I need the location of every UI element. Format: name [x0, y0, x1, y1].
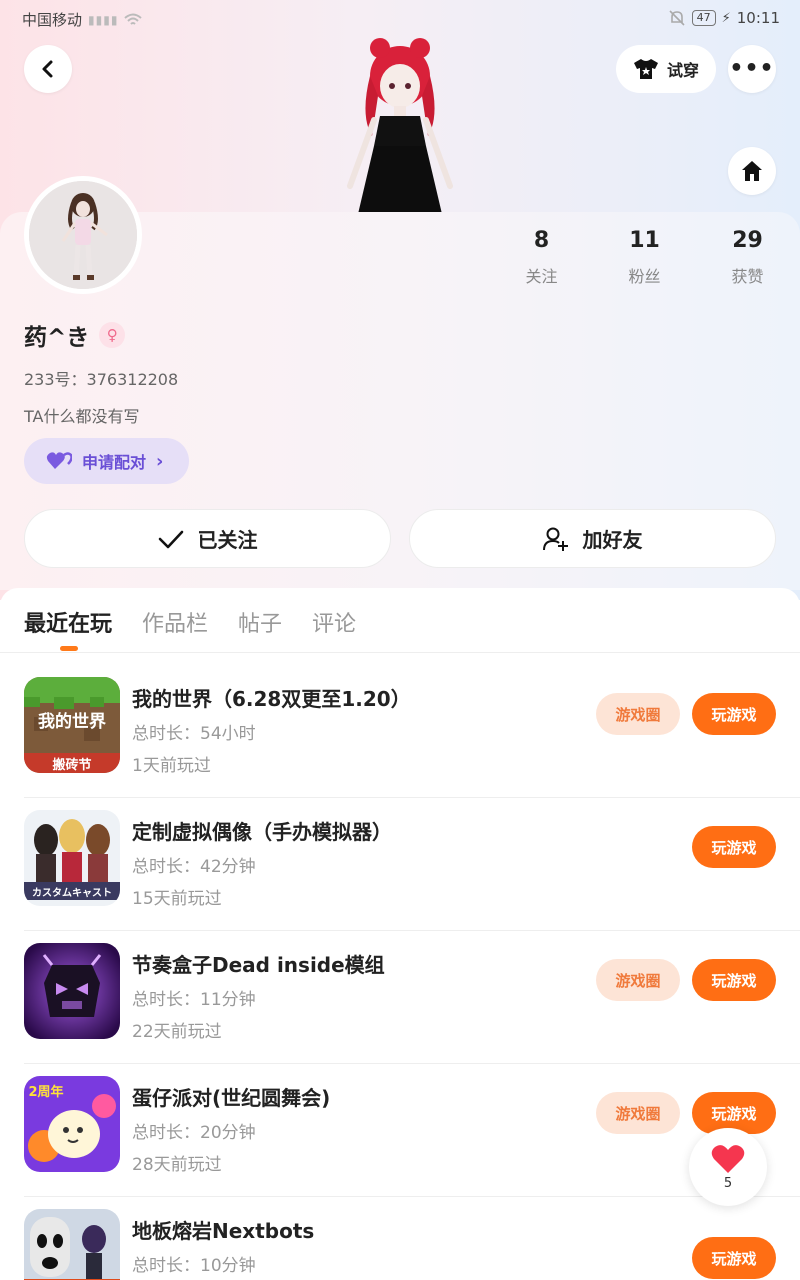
game-duration: 总时长：42分钟 [132, 857, 256, 877]
username-row: 药^き ♀ [24, 318, 126, 352]
game-icon-eggy-party[interactable]: 2周年 [24, 1076, 120, 1172]
game-title: 我的世界（6.28双更至1.20） [132, 687, 411, 711]
like-count: 5 [723, 1175, 733, 1191]
tab-divider [0, 652, 800, 653]
female-gender-icon: ♀ [99, 322, 126, 348]
signal-icon: ▮▮▮▮ [88, 12, 119, 27]
try-on-button[interactable]: 试穿 [616, 45, 716, 93]
game-icon-minecraft[interactable]: 我的世界 搬砖节 [24, 677, 120, 773]
battery-icon: 47 [691, 10, 716, 26]
game-title: 定制虚拟偶像（手办模拟器） [132, 820, 392, 844]
play-game-button[interactable]: 玩游戏 [692, 693, 776, 735]
stat-likes[interactable]: 29 获赞 [696, 228, 799, 287]
add-friend-label: 加好友 [582, 528, 643, 552]
followed-label: 已关注 [197, 528, 258, 552]
tab-recent-playing[interactable]: 最近在玩 [24, 606, 112, 638]
game-row[interactable]: カスタムキャスト 定制虚拟偶像（手办模拟器） 总时长：42分钟 15天前玩过 玩… [0, 798, 800, 931]
tab-indicator [60, 646, 78, 651]
tab-works[interactable]: 作品栏 [142, 606, 208, 638]
game-last-played: 22天前玩过 [132, 1022, 222, 1042]
tab-comments[interactable]: 评论 [312, 606, 356, 638]
game-icon-nextbots[interactable] [24, 1209, 120, 1280]
home-button[interactable] [728, 147, 776, 195]
game-last-played: 15天前玩过 [132, 889, 222, 909]
play-game-button[interactable]: 玩游戏 [692, 826, 776, 868]
stat-number: 8 [533, 228, 550, 253]
more-dots-icon: ••• [729, 56, 775, 81]
play-game-button[interactable]: 玩游戏 [692, 959, 776, 1001]
avatar[interactable] [24, 176, 142, 294]
svg-text:2周年: 2周年 [28, 1084, 63, 1100]
user-bio: TA什么都没有写 [24, 407, 140, 426]
heart-pair-icon [46, 452, 72, 469]
svg-text:カスタムキャスト: カスタムキャスト [32, 887, 112, 899]
svg-text:搬砖节: 搬砖节 [52, 757, 91, 773]
stat-label: 关注 [525, 267, 558, 286]
user-id: 233号：376312208 [24, 370, 179, 389]
shirt-icon [633, 59, 658, 79]
game-icon-custom-cast[interactable]: カスタムキャスト [24, 810, 120, 906]
svg-text:我的世界: 我的世界 [38, 711, 106, 732]
followed-button[interactable]: 已关注 [24, 509, 391, 568]
game-icon-image: 我的世界 搬砖节 [24, 677, 120, 773]
stat-label: 获赞 [731, 267, 764, 286]
game-duration: 总时长：11分钟 [132, 990, 256, 1010]
tab-bar: 最近在玩 作品栏 帖子 评论 [24, 606, 356, 638]
try-on-label: 试穿 [666, 61, 699, 80]
game-icon-image [24, 943, 120, 1039]
clock: 10:11 [736, 9, 780, 27]
game-circle-button[interactable]: 游戏圈 [596, 959, 680, 1001]
floating-like-button[interactable]: 5 [689, 1128, 767, 1206]
game-row[interactable]: 地板熔岩Nextbots 总时长：10分钟 玩游戏 [0, 1197, 800, 1280]
game-last-played: 1天前玩过 [132, 756, 211, 776]
back-arrow-icon [42, 60, 53, 78]
avatar-figure [347, 38, 453, 214]
play-game-button[interactable]: 玩游戏 [692, 1237, 776, 1279]
game-icon-rhythm-box[interactable] [24, 943, 120, 1039]
game-duration: 总时长：20分钟 [132, 1123, 256, 1143]
heart-icon [711, 1144, 745, 1173]
game-icon-image: カスタムキャスト [24, 810, 120, 906]
game-icon-image [24, 1209, 120, 1280]
stat-fans[interactable]: 11 粉丝 [593, 228, 696, 287]
back-button[interactable] [24, 45, 72, 93]
request-match-label: 申请配对 [82, 453, 147, 472]
game-title: 地板熔岩Nextbots [132, 1219, 315, 1243]
game-circle-button[interactable]: 游戏圈 [596, 693, 680, 735]
game-title: 蛋仔派对(世纪圆舞会) [132, 1086, 331, 1110]
wifi-icon [124, 13, 143, 25]
status-bar: 中国移动 ▮▮▮▮ 47 ⚡ 10:11 [0, 0, 800, 36]
content-panel: 最近在玩 作品栏 帖子 评论 我的世界 搬砖节 我的世界（6.28双更至1.20… [0, 588, 800, 1280]
tab-posts[interactable]: 帖子 [238, 606, 282, 638]
game-circle-button[interactable]: 游戏圈 [596, 1092, 680, 1134]
game-duration: 总时长：10分钟 [132, 1256, 256, 1276]
carrier-label: 中国移动 [22, 11, 83, 29]
request-match-button[interactable]: 申请配对 › [24, 438, 189, 484]
stat-label: 粉丝 [628, 267, 661, 286]
username: 药^き [24, 325, 90, 351]
game-row[interactable]: 我的世界 搬砖节 我的世界（6.28双更至1.20） 总时长：54小时 1天前玩… [0, 665, 800, 798]
chevron-right-icon: › [156, 450, 164, 472]
game-last-played: 28天前玩过 [132, 1155, 222, 1175]
add-friend-button[interactable]: 加好友 [409, 509, 776, 568]
game-duration: 总时长：54小时 [132, 724, 256, 744]
stat-number: 29 [732, 228, 763, 253]
game-row[interactable]: 节奏盒子Dead inside模组 总时长：11分钟 22天前玩过 游戏圈 玩游… [0, 931, 800, 1064]
game-row[interactable]: 2周年 蛋仔派对(世纪圆舞会) 总时长：20分钟 28天前玩过 游戏圈 玩游戏 [0, 1064, 800, 1197]
mute-icon [669, 10, 685, 26]
more-button[interactable]: ••• [728, 45, 776, 93]
stat-number: 11 [629, 228, 660, 253]
home-icon [742, 161, 762, 181]
charging-icon: ⚡ [721, 10, 731, 26]
stat-following[interactable]: 8 关注 [490, 228, 593, 287]
stats-row: 8 关注 11 粉丝 29 获赞 [490, 228, 800, 287]
game-title: 节奏盒子Dead inside模组 [132, 953, 385, 977]
add-user-icon [542, 527, 568, 551]
game-icon-image: 2周年 [24, 1076, 120, 1172]
avatar-image [29, 181, 137, 289]
check-icon [158, 530, 183, 548]
